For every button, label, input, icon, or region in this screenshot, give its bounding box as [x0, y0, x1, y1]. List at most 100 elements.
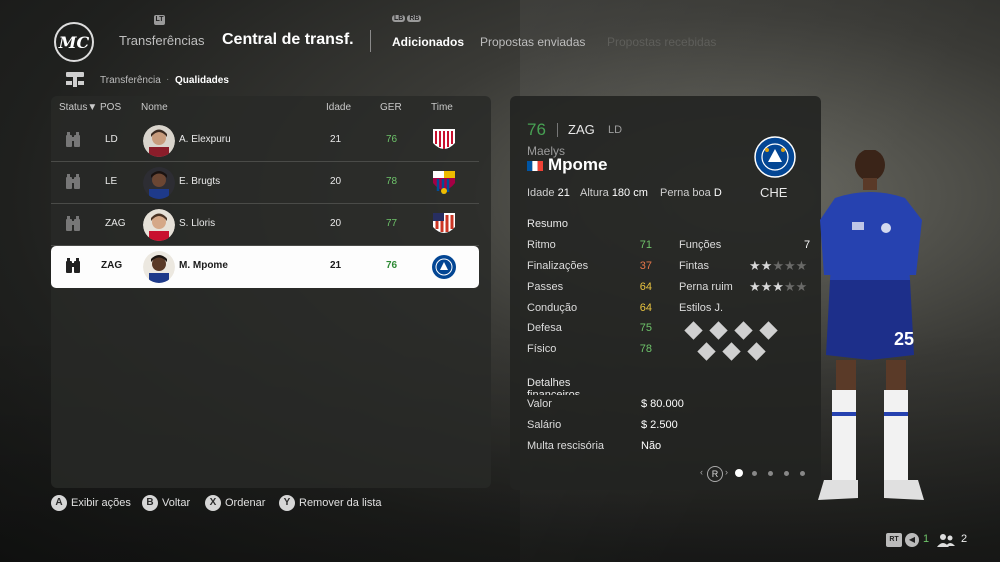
- stat-value: 37: [639, 260, 652, 272]
- player-last-name: Mpome: [548, 155, 608, 174]
- y-button-icon[interactable]: Y: [279, 495, 295, 511]
- player-alt-position: LD: [608, 124, 623, 136]
- height-info: Altura 180 cm: [580, 187, 648, 199]
- table-row[interactable]: LD A. Elexpuru 21 76: [51, 120, 479, 162]
- back-label[interactable]: Voltar: [162, 497, 190, 509]
- nav-central[interactable]: Central de transf.: [222, 31, 354, 49]
- stat-value: 64: [639, 302, 652, 314]
- row-pos: LE: [105, 176, 118, 187]
- tab-sent-offers[interactable]: Propostas enviadas: [480, 35, 585, 49]
- a-button-icon[interactable]: A: [51, 495, 67, 511]
- stat-label: Finalizações: [527, 260, 589, 272]
- stat-value: 71: [639, 239, 652, 251]
- breadcrumb-separator: ·: [166, 74, 170, 85]
- tab-received-offers[interactable]: Propostas recebidas: [607, 35, 716, 49]
- star-empty-icon: ★★: [783, 279, 808, 294]
- page-dot[interactable]: [784, 471, 789, 476]
- breadcrumb-transfer[interactable]: Transferência: [100, 75, 161, 86]
- rb-hint: RB: [407, 15, 422, 22]
- col-name[interactable]: Nome: [141, 102, 168, 113]
- col-status[interactable]: Status▼: [59, 102, 97, 113]
- player-avatar: [143, 209, 175, 241]
- binoculars-icon: [66, 174, 80, 189]
- height-label: Altura: [580, 187, 609, 199]
- player-position: ZAG: [568, 122, 595, 137]
- b-button-icon[interactable]: B: [142, 495, 158, 511]
- remove-from-list-label[interactable]: Remover da lista: [299, 497, 382, 509]
- nav-transfers[interactable]: Transferências: [119, 33, 205, 48]
- col-age[interactable]: Idade: [326, 102, 351, 113]
- stat-label: Condução: [527, 302, 578, 314]
- transfer-icon: [66, 72, 84, 87]
- skill-moves-label: Fintas: [679, 260, 709, 272]
- table-row-selected[interactable]: ZAG M. Mpome 21 76: [51, 246, 479, 288]
- row-ovr: 76: [386, 134, 398, 145]
- col-ovr[interactable]: GER: [380, 102, 402, 113]
- financial-title: Detalhes financeiros: [527, 377, 581, 395]
- r-button-hint[interactable]: R: [707, 466, 723, 482]
- stat-value: 75: [639, 322, 652, 334]
- tab-added[interactable]: Adicionados: [392, 35, 464, 49]
- height-value: 180 cm: [611, 187, 648, 199]
- summary-title: Resumo: [527, 218, 568, 230]
- page-dot[interactable]: [768, 471, 773, 476]
- player-avatar: [143, 251, 175, 283]
- binoculars-icon: [66, 258, 80, 273]
- binoculars-icon: [66, 216, 80, 231]
- shirt-number: 25: [894, 329, 914, 349]
- barcelona-crest-icon: [433, 171, 455, 194]
- binoculars-icon: [66, 132, 80, 147]
- row-pos: LD: [105, 134, 118, 145]
- speaker-icon: ◀: [905, 533, 919, 547]
- value-amount: $ 80.000: [641, 398, 684, 410]
- x-button-icon[interactable]: X: [205, 495, 221, 511]
- weak-foot-stars: ★★★★★: [749, 279, 807, 295]
- atletico-crest-icon: [433, 213, 455, 233]
- wage-label: Salário: [527, 419, 562, 431]
- stat-label: Defesa: [527, 322, 562, 334]
- player-avatar: [143, 125, 175, 157]
- row-pos: ZAG: [105, 218, 126, 229]
- page-dot[interactable]: [752, 471, 757, 476]
- col-pos[interactable]: POS: [100, 102, 121, 113]
- table-row[interactable]: ZAG S. Lloris 20 77: [51, 204, 479, 246]
- row-name: A. Elexpuru: [179, 134, 231, 145]
- row-pos: ZAG: [101, 260, 123, 271]
- playstyles-label: Estilos J.: [679, 302, 724, 314]
- sort-label[interactable]: Ordenar: [225, 497, 265, 509]
- club-code: CHE: [760, 185, 788, 200]
- stat-value: 64: [639, 281, 652, 293]
- star-empty-icon: ★★★: [772, 258, 808, 273]
- stat-value: 78: [639, 343, 652, 355]
- player-avatar: [143, 167, 175, 199]
- row-age: 20: [330, 176, 342, 187]
- users-icon: [937, 534, 955, 547]
- age-label: Idade: [527, 187, 555, 199]
- release-clause-label: Multa rescisória: [527, 440, 605, 452]
- page-dot[interactable]: [800, 471, 805, 476]
- col-club[interactable]: Time: [431, 102, 453, 113]
- row-name: S. Lloris: [179, 218, 216, 229]
- stat-label: Físico: [527, 343, 557, 355]
- table-row[interactable]: LE E. Brugts 20 78: [51, 162, 479, 204]
- rt-button-icon[interactable]: RT: [886, 533, 902, 547]
- col-status-label: Status: [59, 102, 88, 113]
- foot-info: Perna boa D: [660, 187, 722, 199]
- page-left-icon[interactable]: ‹: [700, 467, 703, 477]
- count-users: 2: [961, 533, 968, 545]
- count-green: 1: [923, 533, 930, 545]
- breadcrumb-qualities[interactable]: Qualidades: [175, 75, 229, 86]
- weak-foot-label: Perna ruim: [679, 281, 733, 293]
- page-dot-active[interactable]: [735, 469, 743, 477]
- chelsea-crest-icon: [432, 255, 456, 279]
- show-actions-label[interactable]: Exibir ações: [71, 497, 131, 509]
- page-right-icon[interactable]: ›: [725, 467, 728, 477]
- player-figure: 25: [818, 150, 924, 500]
- row-ovr: 76: [386, 260, 398, 271]
- row-ovr: 78: [386, 176, 398, 187]
- foot-value: D: [713, 187, 722, 199]
- funcs-label: Funções disponíveis: [679, 239, 734, 252]
- value-label: Valor: [527, 398, 552, 410]
- nav-divider: [370, 30, 371, 52]
- stat-label: Passes: [527, 281, 564, 293]
